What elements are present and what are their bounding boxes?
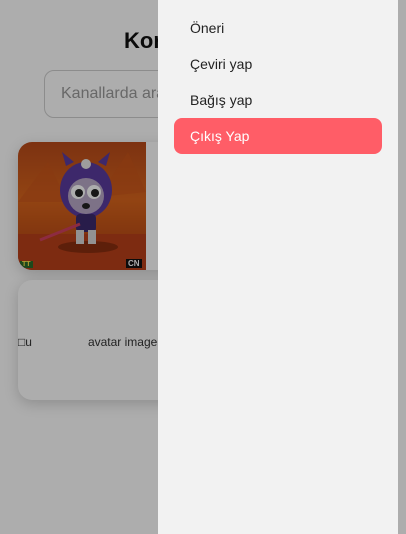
menu-item-oneri[interactable]: Öneri xyxy=(174,10,382,46)
menu-item-cikis-yap[interactable]: Çıkış Yap xyxy=(174,118,382,154)
menu-item-bagis-yap[interactable]: Bağış yap xyxy=(174,82,382,118)
menu-item-ceviri-yap[interactable]: Çeviri yap xyxy=(174,46,382,82)
side-drawer: Öneri Çeviri yap Bağış yap Çıkış Yap xyxy=(158,0,398,534)
